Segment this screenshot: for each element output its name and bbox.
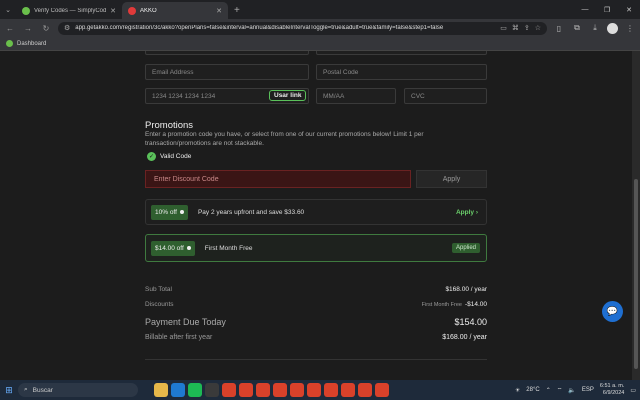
tab-verify-codes[interactable]: Verify Codes — SimplyCodes ✕	[16, 2, 122, 19]
check-icon: ✓	[147, 152, 156, 161]
bookmarks-bar: Dashboard	[0, 37, 640, 51]
window-controls: — ❐ ✕	[574, 0, 640, 19]
promo-text: First Month Free	[204, 244, 253, 252]
notifications-icon[interactable]: ▭	[630, 387, 636, 394]
taskbar-search[interactable]: ⌕ Buscar	[18, 383, 138, 397]
promo-text: Pay 2 years upfront and save $33.60	[197, 208, 305, 216]
new-tab-button[interactable]: +	[228, 2, 246, 19]
extensions-icon[interactable]: ⧉	[571, 23, 583, 33]
postal-code-field[interactable]: Postal Code	[316, 64, 487, 80]
page-content: Email Address Postal Code 1234 1234 1234…	[0, 51, 632, 380]
edge-icon[interactable]	[171, 383, 185, 397]
reload-icon[interactable]: ↻	[40, 24, 52, 33]
chrome-icon[interactable]	[256, 383, 270, 397]
bookmark-star-icon[interactable]: ☆	[535, 24, 541, 32]
network-icon[interactable]: ⌔	[557, 386, 563, 394]
temperature[interactable]: 28°C	[526, 387, 539, 393]
browser-tab-bar: ⌄ Verify Codes — SimplyCodes ✕ AKKO ✕ + …	[0, 0, 640, 19]
downloads-icon[interactable]: ⤓	[589, 23, 601, 33]
chrome-icon[interactable]	[324, 383, 338, 397]
apply-promo-link[interactable]: Apply ›	[456, 209, 478, 216]
simplycodes-favicon-icon	[22, 6, 30, 15]
akko-favicon-icon	[128, 6, 136, 15]
scrollbar-thumb[interactable]	[634, 179, 638, 369]
clock[interactable]: 6:51 a. m. 6/9/2024	[600, 383, 624, 396]
dot-icon	[179, 210, 184, 214]
profile-avatar[interactable]	[607, 22, 618, 34]
system-tray: ☀ 28°C ⌃ ⌔ 🔈 ESP 6:51 a. m. 6/9/2024 ▭	[515, 383, 640, 396]
chrome-icon[interactable]	[222, 383, 236, 397]
valid-code-indicator: ✓ Valid Code	[147, 152, 191, 161]
taskbar-apps	[154, 383, 389, 397]
menu-icon[interactable]: ⋮	[624, 24, 636, 33]
sidebar-icon[interactable]: ▯	[553, 24, 565, 33]
tab-search-icon[interactable]: ⌄	[0, 0, 16, 19]
close-tab-icon[interactable]: ✕	[110, 7, 116, 15]
promo-pill: 10% off	[151, 204, 188, 220]
search-icon: ⌕	[24, 386, 28, 393]
back-icon[interactable]: ←	[4, 24, 16, 33]
promotions-description: Enter a promotion code you have, or sele…	[145, 131, 424, 147]
windows-taskbar: ⊞ ⌕ Buscar ☀ 28°C ⌃ ⌔ 🔈 ESP 6:51 a. m. 6…	[0, 380, 640, 400]
expiry-field[interactable]: MM/AA	[316, 88, 396, 104]
previous-field-right[interactable]	[316, 51, 487, 55]
payment-due-row: Payment Due Today $154.00	[145, 317, 487, 327]
forward-icon[interactable]: →	[22, 24, 34, 33]
bookmark-dashboard[interactable]: Dashboard	[17, 41, 46, 47]
weather-icon[interactable]: ☀	[515, 387, 520, 394]
discounts-row: Discounts First Month Free -$14.00	[145, 301, 487, 308]
address-bar[interactable]: ⚙ app.getakko.com/registration/3c/akko?o…	[58, 21, 547, 35]
billable-row: Billable after first year $168.00 / year	[145, 334, 487, 341]
chrome-icon[interactable]	[341, 383, 355, 397]
volume-icon[interactable]: 🔈	[568, 387, 575, 394]
file-explorer-icon[interactable]	[154, 383, 168, 397]
divider	[145, 359, 487, 360]
cvc-field[interactable]: CVC	[404, 88, 487, 104]
applied-badge: Applied	[451, 243, 480, 253]
chrome-icon[interactable]	[375, 383, 389, 397]
tray-chevron-icon[interactable]: ⌃	[546, 387, 551, 394]
promo-card-first-month[interactable]: $14.00 off First Month Free Applied	[145, 234, 487, 262]
scrollbar[interactable]	[632, 51, 640, 380]
promotions-heading: Promotions	[145, 120, 194, 131]
chrome-icon[interactable]	[290, 383, 304, 397]
close-tab-icon[interactable]: ✕	[216, 7, 222, 15]
translate-icon[interactable]: ⌘	[512, 24, 519, 32]
tab-akko[interactable]: AKKO ✕	[122, 2, 228, 19]
chrome-icon[interactable]	[358, 383, 372, 397]
chrome-icon[interactable]	[307, 383, 321, 397]
promo-card-10-off[interactable]: 10% off Pay 2 years upfront and save $33…	[145, 199, 487, 225]
chrome-icon[interactable]	[273, 383, 287, 397]
browser-toolbar: ← → ↻ ⚙ app.getakko.com/registration/3c/…	[0, 19, 640, 37]
dashboard-favicon-icon	[6, 40, 13, 47]
windows-start-icon[interactable]: ⊞	[0, 385, 18, 396]
subtotal-row: Sub Total $168.00 / year	[145, 286, 487, 293]
previous-field-left[interactable]	[145, 51, 309, 55]
site-info-icon[interactable]: ⚙	[64, 24, 70, 32]
cast-icon[interactable]: ▭	[500, 24, 507, 32]
email-field[interactable]: Email Address	[145, 64, 309, 80]
app-icon[interactable]	[205, 383, 219, 397]
apply-discount-button[interactable]: Apply	[416, 170, 487, 188]
promo-pill: $14.00 off	[151, 240, 195, 256]
chrome-icon[interactable]	[239, 383, 253, 397]
usar-link-button[interactable]: Usar link	[269, 90, 307, 101]
url-text[interactable]: app.getakko.com/registration/3c/akko?ope…	[75, 25, 495, 31]
valid-code-label: Valid Code	[160, 153, 192, 160]
close-window-icon[interactable]: ✕	[618, 0, 640, 19]
minimize-icon[interactable]: —	[574, 0, 596, 19]
language-indicator[interactable]: ESP	[582, 387, 594, 393]
spotify-icon[interactable]	[188, 383, 202, 397]
maximize-icon[interactable]: ❐	[596, 0, 618, 19]
discount-code-input[interactable]: Enter Discount Code	[145, 170, 411, 188]
dot-icon	[186, 246, 191, 250]
share-icon[interactable]: ⇪	[524, 24, 530, 32]
chat-bubble-icon[interactable]: 💬	[602, 301, 623, 322]
